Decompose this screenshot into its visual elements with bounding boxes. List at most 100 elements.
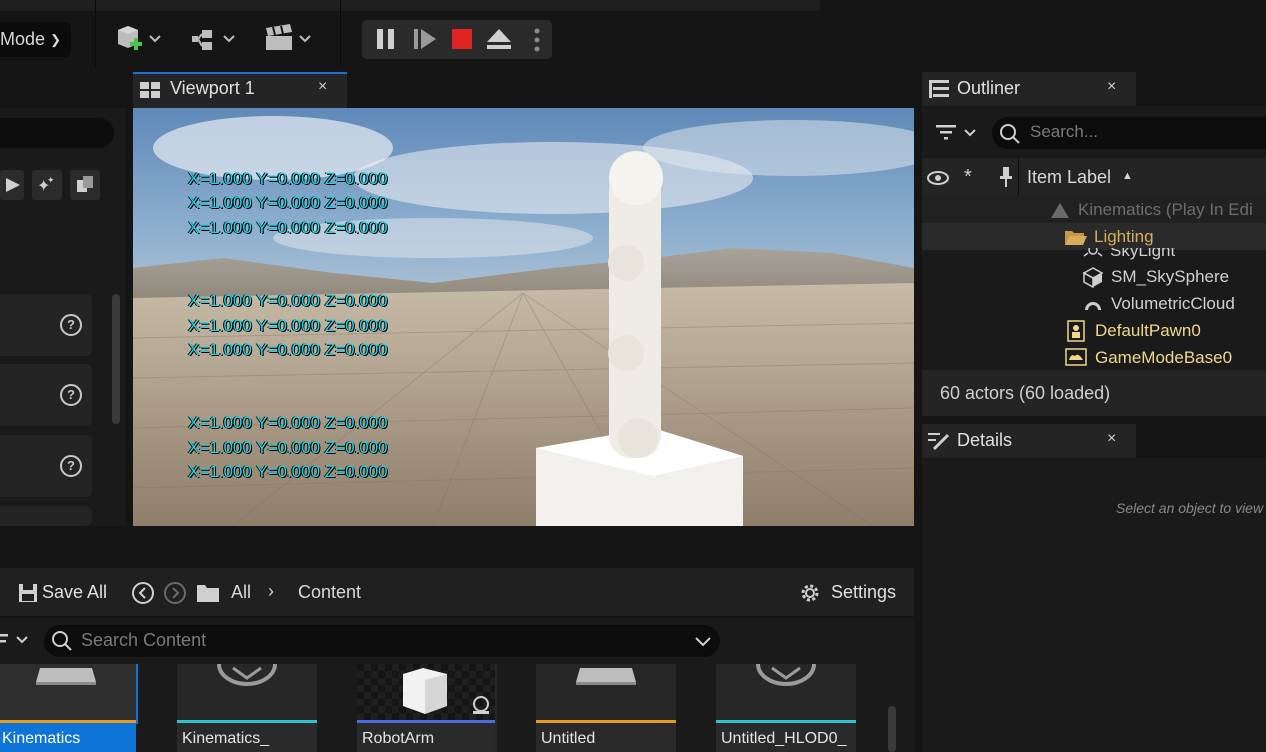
actor-category-row[interactable] <box>0 506 92 526</box>
details-title: Details <box>957 430 1013 450</box>
svg-text:✦: ✦ <box>47 176 55 186</box>
content-search-input[interactable]: Search Content <box>44 625 720 657</box>
outliner-row-default-pawn[interactable]: DefaultPawn0 <box>922 317 1266 344</box>
debug-vector-text: X=1.000 Y=0.000 Z=0.000 <box>188 218 388 237</box>
help-icon[interactable]: ? <box>60 314 82 336</box>
visibility-eye-icon[interactable] <box>926 168 950 188</box>
debug-vector-text: X=1.000 Y=0.000 Z=0.000 <box>188 438 388 457</box>
actor-category-row[interactable]: ? <box>0 364 92 426</box>
blueprint-icon <box>192 30 235 50</box>
panel-scrollbar[interactable] <box>112 294 120 424</box>
blueprint-button[interactable] <box>190 24 242 56</box>
level-asset-icon <box>576 668 636 685</box>
asset-tile[interactable]: Kinematics <box>0 664 136 752</box>
title-strip <box>0 0 820 11</box>
outliner-row-gamemode[interactable]: GameModeBase0 <box>922 344 1266 371</box>
hlod-asset-icon <box>217 664 277 686</box>
gamemode-icon <box>1065 348 1087 366</box>
toolbar-divider <box>95 0 96 68</box>
settings-button[interactable]: Settings <box>798 580 902 606</box>
actor-category-row[interactable]: ? <box>0 435 92 497</box>
cinematics-button[interactable] <box>264 24 316 56</box>
static-mesh-icon <box>1082 267 1104 288</box>
pause-button[interactable] <box>374 27 398 51</box>
outliner-item-label: VolumetricCloud <box>1111 294 1235 313</box>
media-filter-button[interactable] <box>0 170 24 200</box>
content-filter-button[interactable] <box>0 628 34 652</box>
tab-details[interactable] <box>922 424 1136 458</box>
world-icon <box>1051 203 1069 218</box>
content-browser-toolbar: Save All All › Content Settings <box>0 568 914 616</box>
back-arrow-icon <box>132 582 154 604</box>
outliner-search-input[interactable]: Search... <box>992 117 1266 149</box>
close-icon[interactable]: × <box>1107 430 1116 448</box>
add-actor-button[interactable] <box>114 24 166 56</box>
place-actors-panel: ✦ ✦ ? ? ? <box>0 108 126 526</box>
debug-vector-text: X=1.000 Y=0.000 Z=0.000 <box>188 413 388 432</box>
mode-dropdown[interactable]: Mode ❯ <box>0 22 71 57</box>
blueprint-asset-icon <box>403 668 489 714</box>
eject-button[interactable] <box>486 27 512 51</box>
actor-category-row[interactable]: ? <box>0 294 92 356</box>
asset-name: Untitled_HLOD0_ <box>721 730 847 747</box>
selection-edge <box>136 664 138 724</box>
outliner-row-lighting-folder[interactable]: Lighting <box>922 223 1266 250</box>
filter-icon <box>0 634 28 644</box>
debug-vector-text: X=1.000 Y=0.000 Z=0.000 <box>188 340 388 359</box>
asset-tile[interactable]: Untitled <box>536 664 676 752</box>
clapperboard-icon <box>266 24 311 50</box>
debug-vector-text: X=1.000 Y=0.000 Z=0.000 <box>188 462 388 481</box>
panel-search-input[interactable] <box>0 118 114 148</box>
chevron-down-icon[interactable] <box>694 635 712 649</box>
breadcrumb-content[interactable]: Content <box>298 582 361 603</box>
help-icon[interactable]: ? <box>60 384 82 406</box>
back-button[interactable] <box>131 581 155 605</box>
save-all-label: Save All <box>42 582 108 602</box>
level-asset-icon <box>36 668 96 685</box>
level-viewport[interactable]: X=1.000 Y=0.000 Z=0.000 X=1.000 Y=0.000 … <box>133 108 914 526</box>
forward-button[interactable] <box>163 581 187 605</box>
tab-outliner[interactable] <box>922 72 1136 106</box>
kebab-icon <box>534 28 540 52</box>
stop-button[interactable] <box>452 28 472 50</box>
outliner-row-volumetric-cloud[interactable]: VolumetricCloud <box>922 290 1266 317</box>
search-placeholder: Search Content <box>81 630 207 650</box>
item-label-column-header[interactable]: Item Label <box>1027 167 1111 188</box>
settings-label: Settings <box>831 582 897 602</box>
pin-icon[interactable] <box>998 166 1014 188</box>
outliner-row-skysphere[interactable]: SM_SkySphere <box>922 263 1266 290</box>
selectable-star-icon[interactable]: * <box>964 166 972 189</box>
outliner-row-world[interactable]: Kinematics (Play In Edi <box>922 196 1266 223</box>
outliner-row-skylight[interactable]: SkyLight <box>922 248 1266 262</box>
viewport-layout-icon <box>140 82 160 98</box>
chevron-down-icon: ❯ <box>50 32 61 47</box>
panel-splitter[interactable] <box>914 68 922 752</box>
asset-grid-scrollbar[interactable] <box>888 706 896 752</box>
outliner-header-row: * Item Label ▲ <box>922 158 1266 196</box>
outliner-status-bar: 60 actors (60 loaded) <box>922 370 1266 416</box>
save-all-button[interactable]: Save All <box>16 581 112 605</box>
asset-grid: Kinematics Kinematics_ RobotArm Untitled… <box>0 664 914 752</box>
asset-name: RobotArm <box>362 730 435 747</box>
play-filter-icon <box>6 178 20 192</box>
add-actor-icon <box>118 26 161 50</box>
asset-tile[interactable]: Untitled_HLOD0_ <box>716 664 856 752</box>
close-icon[interactable]: × <box>1107 78 1116 96</box>
close-icon[interactable]: × <box>318 78 327 96</box>
asset-tile[interactable]: Kinematics_ <box>177 664 317 752</box>
gear-icon <box>801 584 819 602</box>
filter-button[interactable] <box>934 120 980 146</box>
help-icon[interactable]: ? <box>60 455 82 477</box>
skip-frame-button[interactable] <box>412 27 438 51</box>
pawn-icon <box>1067 320 1085 342</box>
asset-tile[interactable]: RobotArm <box>357 664 497 752</box>
more-options-button[interactable] <box>532 26 542 54</box>
breadcrumb-all[interactable]: All <box>231 582 251 603</box>
debug-vector-text: X=1.000 Y=0.000 Z=0.000 <box>188 169 388 188</box>
hlod-asset-icon <box>756 664 816 686</box>
details-pencil-icon <box>928 431 950 451</box>
debug-vector-text: X=1.000 Y=0.000 Z=0.000 <box>188 316 388 335</box>
shapes-filter-button[interactable] <box>70 170 100 200</box>
debug-vector-text: X=1.000 Y=0.000 Z=0.000 <box>188 193 388 212</box>
effects-filter-button[interactable]: ✦ ✦ <box>32 170 62 200</box>
